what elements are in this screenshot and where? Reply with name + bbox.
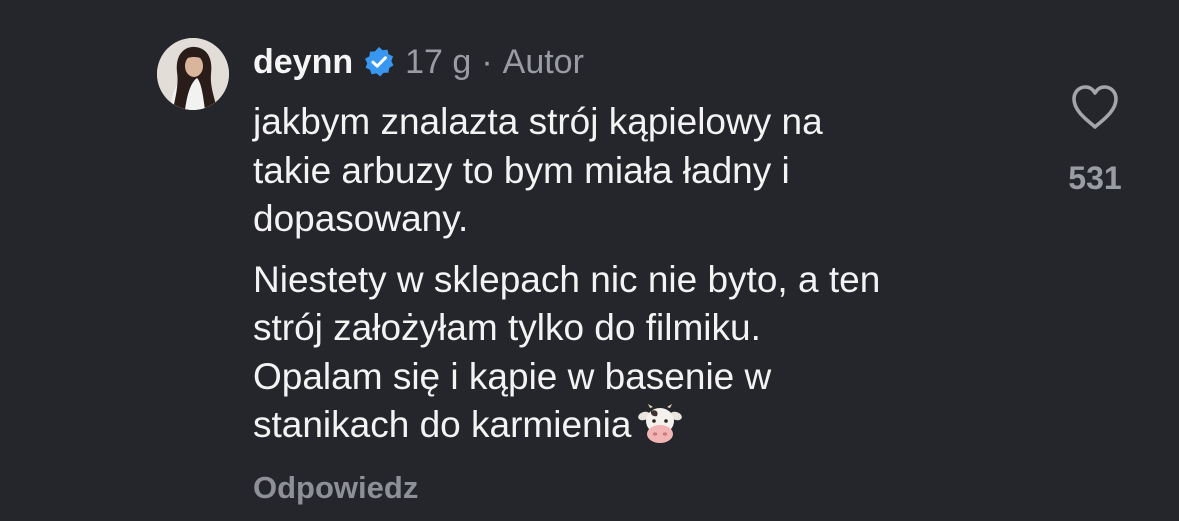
comment: deynn 17 g · Autor jakbym znalazta strój… [0, 0, 1179, 521]
header-separator: · [481, 42, 493, 81]
comment-text: jakbym znalazta strój kąpielowy na takie… [253, 98, 1033, 450]
heart-outline-icon[interactable] [1070, 84, 1120, 130]
comment-paragraph-2: Niestety w sklepach nic nie byto, a ten … [253, 256, 1033, 450]
author-tag: Autor [502, 42, 584, 81]
comment-paragraph-2-text: Niestety w sklepach nic nie byto, a ten … [253, 258, 881, 446]
verified-badge-icon [363, 46, 395, 78]
username[interactable]: deynn [253, 43, 353, 82]
avatar[interactable] [157, 38, 229, 110]
avatar-image [157, 38, 229, 110]
like-count: 531 [1068, 160, 1122, 196]
comment-timestamp: 17 g [405, 42, 472, 81]
reply-button[interactable]: Odpowiedz [253, 470, 418, 506]
comment-paragraph-1: jakbym znalazta strój kąpielowy na takie… [253, 101, 823, 239]
cow-face-emoji-icon [637, 403, 683, 445]
comment-header: deynn 17 g · Autor [253, 40, 584, 84]
